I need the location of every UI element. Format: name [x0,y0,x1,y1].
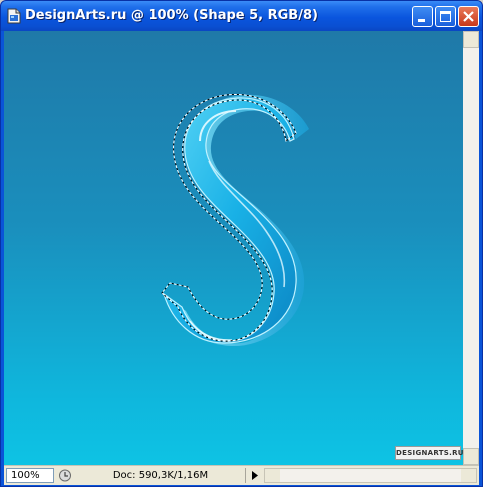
watermark-badge: DESIGNARTS.RU [395,446,463,460]
maximize-button[interactable] [435,6,456,27]
window-title: DesignArts.ru @ 100% (Shape 5, RGB/8) [25,8,318,23]
status-arrow-icon[interactable] [248,468,262,483]
minimize-icon [418,19,425,22]
photoshop-doc-icon[interactable] [7,8,21,24]
scroll-up-button[interactable] [463,31,479,48]
close-button[interactable] [458,6,479,27]
document-window: DesignArts.ru @ 100% (Shape 5, RGB/8) DE… [0,0,483,487]
scroll-left-button[interactable] [265,469,280,482]
minimize-button[interactable] [412,6,433,27]
status-info-icon[interactable] [57,468,73,483]
status-bar: 100% Doc: 590,3K/1,16M [4,465,479,485]
scroll-right-button[interactable] [461,469,476,482]
document-size-info: Doc: 590,3K/1,16M [76,468,246,483]
zoom-field[interactable]: 100% [6,468,54,483]
canvas-area: DESIGNARTS.RU [4,31,479,465]
horizontal-scrollbar[interactable] [264,468,477,483]
close-icon [463,11,474,22]
glass-s-artwork [161,93,309,347]
maximize-icon [440,11,451,22]
scroll-down-button[interactable] [463,448,479,465]
vertical-scrollbar[interactable] [463,31,479,465]
title-bar[interactable]: DesignArts.ru @ 100% (Shape 5, RGB/8) [1,1,482,31]
image-canvas[interactable]: DESIGNARTS.RU [4,31,463,465]
